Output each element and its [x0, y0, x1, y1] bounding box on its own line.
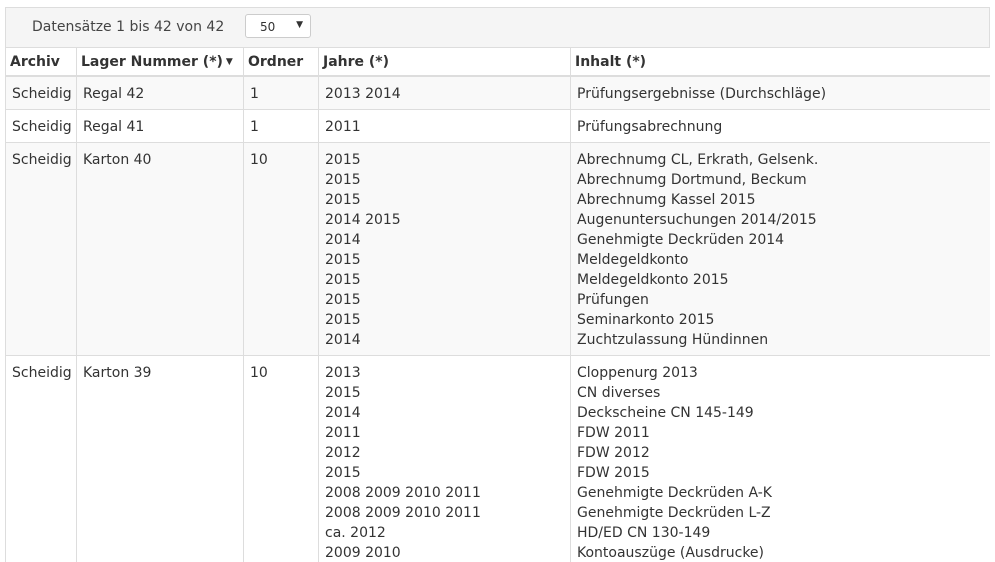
cell-inhalt: Prüfungsergebnisse (Durchschläge)	[570, 75, 990, 110]
column-header-ordner[interactable]: Ordner	[243, 47, 319, 77]
cell-lager-nummer: Regal 41	[76, 109, 244, 143]
cell-inhalt-line: FDW 2011	[577, 425, 650, 441]
column-header-jahre[interactable]: Jahre (*)	[318, 47, 571, 77]
table-row: Scheidig Karton 40 10 2015 2015 2015 2014 2015…	[5, 142, 990, 356]
page-size-value: 50	[260, 20, 276, 34]
cell-inhalt-line: Augenuntersuchungen 2014/2015	[577, 212, 817, 228]
column-header-label: Jahre (*)	[323, 53, 390, 70]
cell-jahre-line: 2015	[325, 252, 361, 268]
cell-inhalt-line: CN diverses	[577, 385, 661, 401]
cell-jahre-line: 2014	[325, 232, 361, 248]
column-header-label: Archiv	[10, 53, 60, 70]
cell-jahre: 2013 2015 2014 2011 2012 2015 2008 2009 2010 2…	[318, 355, 571, 562]
cell-inhalt-line: Genehmigte Deckrüden 2014	[577, 232, 785, 248]
table-header-row: Archiv Lager Nummer (*) ▼ Ordner Jahre (*…	[5, 47, 990, 77]
archive-table: Archiv Lager Nummer (*) ▼ Ordner Jahre (*…	[5, 47, 990, 562]
cell-jahre-line: 2009 2010	[325, 545, 401, 561]
data-table-wrapper: Datensätze 1 bis 42 von 42 50 ▼ Archiv L…	[5, 7, 990, 562]
cell-inhalt-line: FDW 2015	[577, 465, 650, 481]
cell-inhalt-line: Prüfungsabrechnung	[577, 119, 723, 135]
column-header-lager-nummer[interactable]: Lager Nummer (*) ▼	[76, 47, 244, 77]
cell-jahre-line: 2013	[325, 365, 361, 381]
cell-archiv: Scheidig	[5, 109, 77, 143]
cell-inhalt-line: Zuchtzulassung Hündinnen	[577, 332, 769, 348]
cell-lager-nummer: Karton 40	[76, 142, 244, 356]
cell-jahre-line: 2011	[325, 425, 361, 441]
cell-inhalt: Prüfungsabrechnung	[570, 109, 990, 143]
column-header-label: Lager Nummer (*)	[81, 53, 223, 70]
cell-jahre-line: 2011	[325, 119, 361, 135]
records-info: Datensätze 1 bis 42 von 42	[32, 19, 225, 35]
cell-jahre-line: 2015	[325, 172, 361, 188]
sort-down-icon: ▼	[225, 56, 233, 67]
table-row: Scheidig Karton 39 10 2013 2015 2014 2011 2012 2…	[5, 355, 990, 562]
cell-jahre-line: 2012	[325, 445, 361, 461]
table-row: Scheidig Regal 42 1 2013 2014 Prüfungsergebn…	[5, 75, 990, 110]
cell-inhalt: Cloppenurg 2013 CN diverses Deckscheine CN…	[570, 355, 990, 562]
cell-archiv: Scheidig	[5, 142, 77, 356]
cell-inhalt-line: Seminarkonto 2015	[577, 312, 715, 328]
chevron-down-icon: ▼	[296, 20, 303, 30]
cell-jahre-line: 2015	[325, 292, 361, 308]
cell-inhalt-line: Deckscheine CN 145-149	[577, 405, 754, 421]
cell-jahre-line: ca. 2012	[325, 525, 386, 541]
cell-inhalt-line: Genehmigte Deckrüden L-Z	[577, 505, 771, 521]
column-header-archiv[interactable]: Archiv	[5, 47, 77, 77]
cell-inhalt-line: FDW 2012	[577, 445, 650, 461]
cell-ordner: 1	[243, 75, 319, 110]
cell-jahre-line: 2008 2009 2010 2011	[325, 505, 481, 521]
cell-ordner: 10	[243, 355, 319, 562]
cell-inhalt-line: Prüfungen	[577, 292, 649, 308]
table-toolbar: Datensätze 1 bis 42 von 42 50 ▼	[5, 7, 990, 47]
cell-ordner: 10	[243, 142, 319, 356]
cell-jahre-line: 2015	[325, 465, 361, 481]
cell-inhalt-line: Prüfungsergebnisse (Durchschläge)	[577, 86, 827, 102]
column-header-label: Ordner	[248, 53, 304, 70]
cell-jahre-line: 2013 2014	[325, 86, 401, 102]
cell-jahre-line: 2014	[325, 332, 361, 348]
table-body: Scheidig Regal 42 1 2013 2014 Prüfungsergebn…	[5, 75, 990, 562]
cell-jahre-line: 2015	[325, 152, 361, 168]
cell-jahre: 2011	[318, 109, 571, 143]
column-header-inhalt[interactable]: Inhalt (*)	[570, 47, 990, 77]
cell-archiv: Scheidig	[5, 355, 77, 562]
cell-lager-nummer: Karton 39	[76, 355, 244, 562]
cell-jahre: 2015 2015 2015 2014 2015 2014 2015 2015 2015 201…	[318, 142, 571, 356]
table-row: Scheidig Regal 41 1 2011 Prüfungsabrechnung	[5, 109, 990, 143]
cell-inhalt-line: Abrechnumg Kassel 2015	[577, 192, 756, 208]
cell-inhalt-line: Genehmigte Deckrüden A-K	[577, 485, 772, 501]
cell-jahre-line: 2015	[325, 192, 361, 208]
cell-jahre-line: 2015	[325, 272, 361, 288]
cell-inhalt-line: Cloppenurg 2013	[577, 365, 698, 381]
page-size-select[interactable]: 50 ▼	[245, 14, 311, 38]
cell-jahre-line: 2014 2015	[325, 212, 401, 228]
cell-inhalt-line: Kontoauszüge (Ausdrucke)	[577, 545, 764, 561]
column-header-label: Inhalt (*)	[575, 53, 647, 70]
cell-lager-nummer: Regal 42	[76, 75, 244, 110]
cell-jahre-line: 2014	[325, 405, 361, 421]
cell-inhalt-line: Meldegeldkonto 2015	[577, 272, 729, 288]
cell-inhalt-line: Abrechnumg CL, Erkrath, Gelsenk.	[577, 152, 819, 168]
cell-jahre: 2013 2014	[318, 75, 571, 110]
cell-jahre-line: 2015	[325, 312, 361, 328]
cell-ordner: 1	[243, 109, 319, 143]
cell-archiv: Scheidig	[5, 75, 77, 110]
cell-inhalt-line: Abrechnumg Dortmund, Beckum	[577, 172, 807, 188]
cell-inhalt-line: Meldegeldkonto	[577, 252, 689, 268]
cell-jahre-line: 2008 2009 2010 2011	[325, 485, 481, 501]
cell-inhalt: Abrechnumg CL, Erkrath, Gelsenk. Abrechnu…	[570, 142, 990, 356]
cell-inhalt-line: HD/ED CN 130-149	[577, 525, 711, 541]
cell-jahre-line: 2015	[325, 385, 361, 401]
